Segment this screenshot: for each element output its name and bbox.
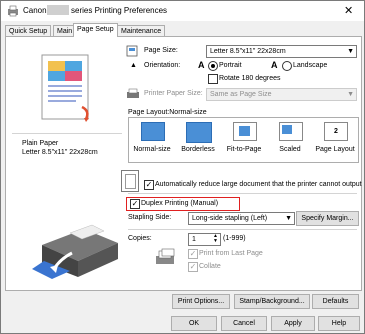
orientation-icon: ▲: [130, 62, 137, 69]
defaults-button[interactable]: Defaults: [312, 294, 359, 309]
stapling-side-value: Long-side stapling (Left): [192, 215, 268, 222]
page-layout-selector: Normal-size Borderless Fit-to-Page Scale…: [128, 117, 359, 163]
spinner-icon[interactable]: ▲ ▼: [213, 234, 218, 244]
print-from-last-checkbox[interactable]: ✓: [188, 249, 198, 259]
paper-preview-toggle[interactable]: [121, 170, 139, 192]
chevron-down-icon: ▼: [285, 215, 292, 222]
layout-page-layout[interactable]: Page Layout: [312, 146, 358, 153]
print-options-button[interactable]: Print Options...: [172, 294, 230, 309]
specify-margin-button[interactable]: Specify Margin...: [296, 211, 359, 226]
rotate-180-label: Rotate 180 degrees: [219, 75, 281, 82]
redacted-model-name: [47, 5, 69, 15]
copies-value: 1: [192, 236, 196, 243]
ok-button[interactable]: OK: [171, 316, 217, 331]
print-from-last-label: Print from Last Page: [199, 250, 263, 257]
page-size-icon: [126, 45, 138, 57]
window-title-prefix: Canon: [23, 6, 47, 15]
duplex-checkbox[interactable]: ✓: [130, 199, 140, 209]
landscape-radio[interactable]: [282, 61, 292, 71]
auto-reduce-checkbox[interactable]: ✓: [144, 180, 154, 190]
printer-paper-size-label: Printer Paper Size:: [144, 90, 203, 97]
copies-input[interactable]: 1 ▲ ▼: [188, 233, 221, 246]
chevron-down-icon: ▼: [347, 91, 354, 98]
chevron-down-icon: ▼: [347, 48, 354, 55]
page-setup-panel: Plain Paper Letter 8.5"x11" 22x28cm Page…: [5, 36, 362, 309]
fit-to-page-icon[interactable]: [233, 122, 257, 141]
stapling-side-label: Stapling Side:: [128, 214, 172, 221]
duplex-label: Duplex Printing (Manual): [141, 200, 219, 207]
orientation-label: Orientation:: [144, 62, 181, 69]
page-size-select[interactable]: Letter 8.5"x11" 22x28cm ▼: [206, 45, 357, 58]
scaled-inner-icon: [282, 125, 292, 134]
fit-inner-icon: [239, 126, 250, 136]
page-preview: [12, 45, 120, 133]
printer-app-icon: [8, 5, 18, 17]
printer-illustration: [32, 224, 118, 279]
landscape-icon: A: [271, 60, 278, 70]
stamp-background-button[interactable]: Stamp/Background...: [234, 294, 310, 309]
collate-label: Collate: [199, 263, 221, 270]
preview-divider: [12, 133, 122, 134]
printer-paper-size-select[interactable]: Same as Page Size ▼: [206, 88, 357, 101]
page-size-label: Page Size:: [144, 47, 178, 54]
page-layout-label: Page Layout:Normal-size: [128, 109, 207, 116]
cancel-button[interactable]: Cancel: [221, 316, 267, 331]
printer-paper-size-icon: [127, 88, 139, 98]
copies-range: (1-999): [223, 235, 246, 242]
scaled-icon[interactable]: [279, 122, 303, 141]
printer-paper-size-value: Same as Page Size: [210, 91, 272, 98]
tab-page-setup[interactable]: Page Setup: [73, 23, 118, 37]
page-size-value: Letter 8.5"x11" 22x28cm: [210, 48, 286, 55]
apply-button[interactable]: Apply: [271, 316, 315, 331]
portrait-radio[interactable]: [208, 61, 218, 71]
paper-size-text: Letter 8.5"x11" 22x28cm: [22, 149, 98, 156]
portrait-icon: A: [198, 60, 205, 70]
layout-normal-size[interactable]: Normal-size: [129, 146, 175, 153]
media-type-text: Plain Paper: [22, 140, 59, 147]
layout-fit-to-page[interactable]: Fit-to-Page: [221, 146, 267, 153]
close-icon[interactable]: ✕: [344, 4, 353, 17]
section-divider: [128, 229, 357, 230]
help-button[interactable]: Help: [318, 316, 360, 331]
rotate-180-checkbox[interactable]: [208, 74, 218, 84]
printing-preferences-window: Canon series Printing Preferences ✕ Quic…: [0, 0, 365, 334]
section-divider: [128, 193, 357, 194]
page-layout-icon[interactable]: 2: [324, 122, 348, 141]
layout-scaled[interactable]: Scaled: [267, 146, 313, 153]
normal-size-icon[interactable]: [141, 122, 165, 141]
window-title-suffix: series Printing Preferences: [71, 6, 168, 15]
paper-icon: [125, 174, 136, 189]
layout-borderless[interactable]: Borderless: [175, 146, 221, 153]
copies-stack-icon: [156, 248, 175, 264]
title-bar: Canon series Printing Preferences ✕: [1, 1, 364, 21]
landscape-label: Landscape: [293, 62, 328, 69]
auto-reduce-label: Automatically reduce large document that…: [155, 181, 362, 188]
portrait-label: Portrait: [219, 62, 242, 69]
page-preview-graphic: [41, 54, 89, 122]
collate-checkbox[interactable]: ✓: [188, 262, 198, 272]
borderless-icon[interactable]: [186, 122, 212, 143]
copies-label: Copies:: [128, 235, 152, 242]
stapling-side-select[interactable]: Long-side stapling (Left) ▼: [188, 212, 295, 225]
